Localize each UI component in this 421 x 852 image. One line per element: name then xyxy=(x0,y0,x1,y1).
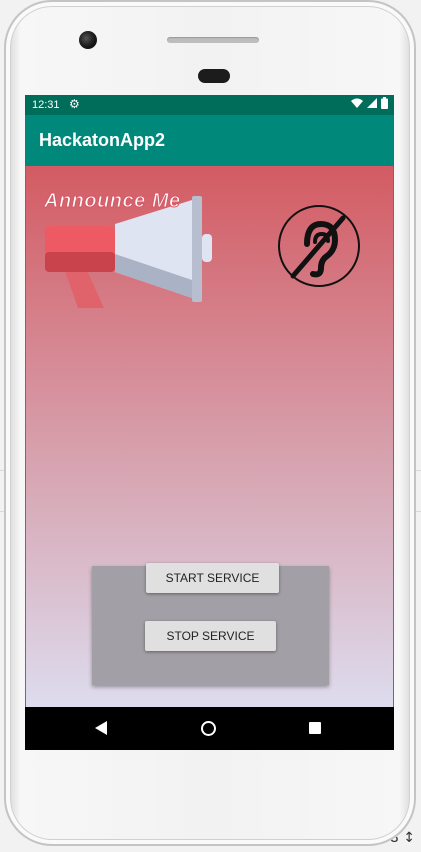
app-title: HackatonApp2 xyxy=(39,130,166,150)
start-service-button[interactable]: START SERVICE xyxy=(146,563,279,593)
status-time: 12:31 xyxy=(32,99,60,111)
earpiece-speaker xyxy=(167,37,259,43)
status-bar: 12:31 ⚙ xyxy=(25,95,394,115)
app-bar: HackatonApp2 xyxy=(25,115,394,166)
recents-icon[interactable] xyxy=(309,722,321,734)
signal-icon xyxy=(367,98,377,108)
hearing-disabled-icon xyxy=(278,205,360,287)
logo-text: Announce Me xyxy=(44,190,181,213)
main-content: Announce Me START SERVICE STOP SERVICE xyxy=(25,166,394,707)
back-icon[interactable] xyxy=(95,721,107,735)
status-icons xyxy=(351,97,388,109)
front-camera xyxy=(79,31,97,49)
service-control-panel: START SERVICE STOP SERVICE xyxy=(92,563,329,685)
gear-icon: ⚙ xyxy=(69,97,80,111)
home-icon[interactable] xyxy=(201,721,216,736)
stop-service-button[interactable]: STOP SERVICE xyxy=(145,621,276,651)
wifi-icon xyxy=(351,98,363,108)
device-screen: 12:31 ⚙ HackatonApp2 Announce Me START S… xyxy=(25,95,394,750)
proximity-sensor xyxy=(198,69,230,83)
battery-icon xyxy=(381,97,388,109)
navigation-bar xyxy=(25,707,394,750)
announce-me-logo: Announce Me xyxy=(42,190,214,310)
